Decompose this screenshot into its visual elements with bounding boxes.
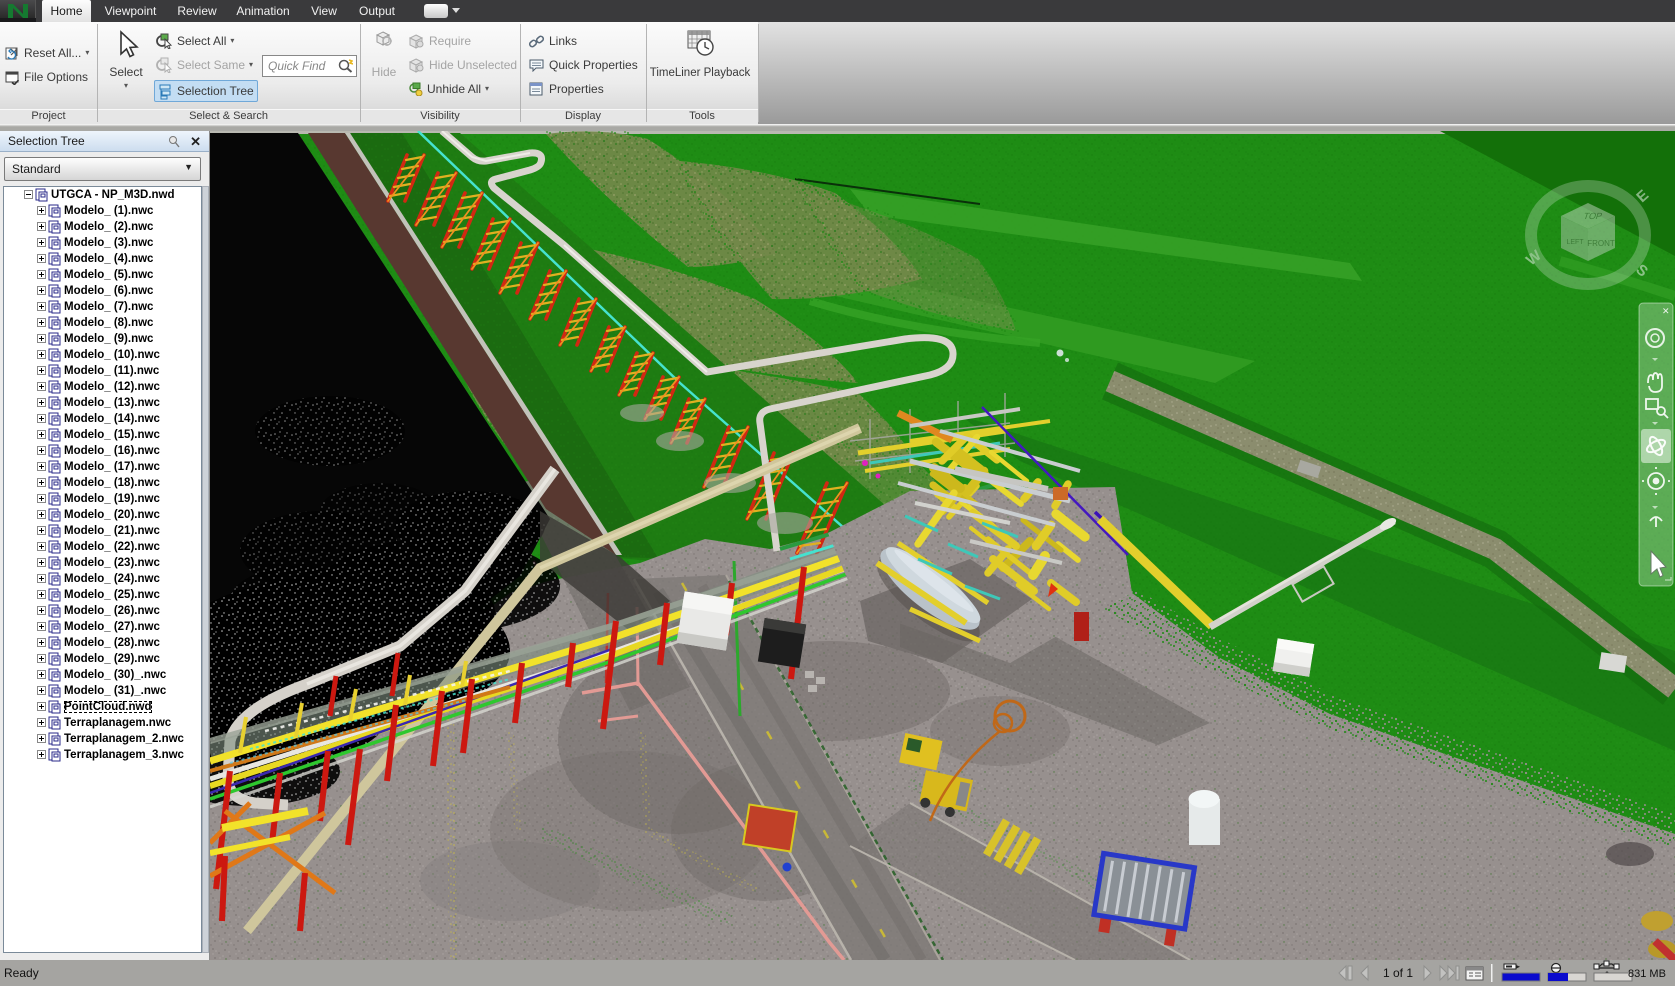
svg-text:FRONT: FRONT	[1587, 239, 1615, 248]
svg-text:✕: ✕	[1662, 306, 1670, 316]
svg-text:LEFT: LEFT	[1566, 239, 1584, 246]
svg-text:TOP: TOP	[1582, 211, 1603, 221]
svg-text:831 MB: 831 MB	[1628, 968, 1666, 980]
svg-text:1 of 1: 1 of 1	[1383, 966, 1413, 980]
